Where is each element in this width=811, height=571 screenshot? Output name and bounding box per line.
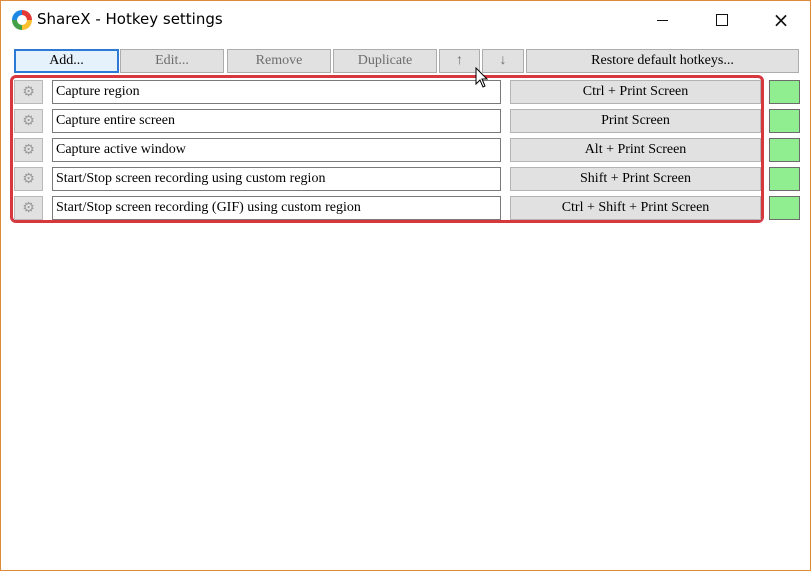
hotkey-binding-button[interactable]: Print Screen — [510, 109, 761, 133]
hotkey-settings-button[interactable]: ⚙ — [14, 196, 43, 220]
mouse-cursor-icon — [475, 67, 489, 88]
gear-icon: ⚙ — [22, 142, 35, 158]
minimize-button[interactable] — [639, 1, 685, 39]
minimize-icon — [656, 19, 668, 21]
move-up-button[interactable]: ↑ — [439, 49, 480, 73]
hotkey-status-indicator — [769, 109, 800, 133]
gear-icon: ⚙ — [22, 113, 35, 129]
gear-icon: ⚙ — [22, 171, 35, 187]
hotkey-settings-window: ShareX - Hotkey settings × Add... Edit..… — [0, 0, 811, 571]
hotkey-status-indicator — [769, 196, 800, 220]
hotkey-settings-button[interactable]: ⚙ — [14, 167, 43, 191]
hotkey-description-field[interactable]: Start/Stop screen recording using custom… — [52, 167, 501, 191]
hotkey-description-field[interactable]: Capture region — [52, 80, 501, 104]
hotkey-binding-button[interactable]: Ctrl + Print Screen — [510, 80, 761, 104]
add-button[interactable]: Add... — [14, 49, 119, 73]
hotkey-settings-button[interactable]: ⚙ — [14, 80, 43, 104]
hotkey-settings-button[interactable]: ⚙ — [14, 109, 43, 133]
window-title: ShareX - Hotkey settings — [37, 10, 223, 28]
hotkey-binding-button[interactable]: Shift + Print Screen — [510, 167, 761, 191]
sharex-logo-icon — [12, 10, 32, 30]
hotkey-status-indicator — [769, 80, 800, 104]
hotkey-binding-button[interactable]: Ctrl + Shift + Print Screen — [510, 196, 761, 220]
edit-button[interactable]: Edit... — [120, 49, 224, 73]
gear-icon: ⚙ — [22, 200, 35, 216]
hotkey-status-indicator — [769, 167, 800, 191]
close-icon: × — [772, 8, 790, 32]
remove-button[interactable]: Remove — [227, 49, 331, 73]
gear-icon: ⚙ — [22, 84, 35, 100]
hotkey-status-indicator — [769, 138, 800, 162]
restore-defaults-button[interactable]: Restore default hotkeys... — [526, 49, 799, 73]
close-button[interactable]: × — [758, 1, 804, 39]
hotkey-binding-button[interactable]: Alt + Print Screen — [510, 138, 761, 162]
hotkey-description-field[interactable]: Capture active window — [52, 138, 501, 162]
hotkey-description-field[interactable]: Capture entire screen — [52, 109, 501, 133]
hotkey-settings-button[interactable]: ⚙ — [14, 138, 43, 162]
title-bar[interactable]: ShareX - Hotkey settings × — [1, 1, 810, 39]
maximize-icon — [716, 14, 728, 26]
hotkey-description-field[interactable]: Start/Stop screen recording (GIF) using … — [52, 196, 501, 220]
duplicate-button[interactable]: Duplicate — [333, 49, 437, 73]
maximize-button[interactable] — [699, 1, 745, 39]
